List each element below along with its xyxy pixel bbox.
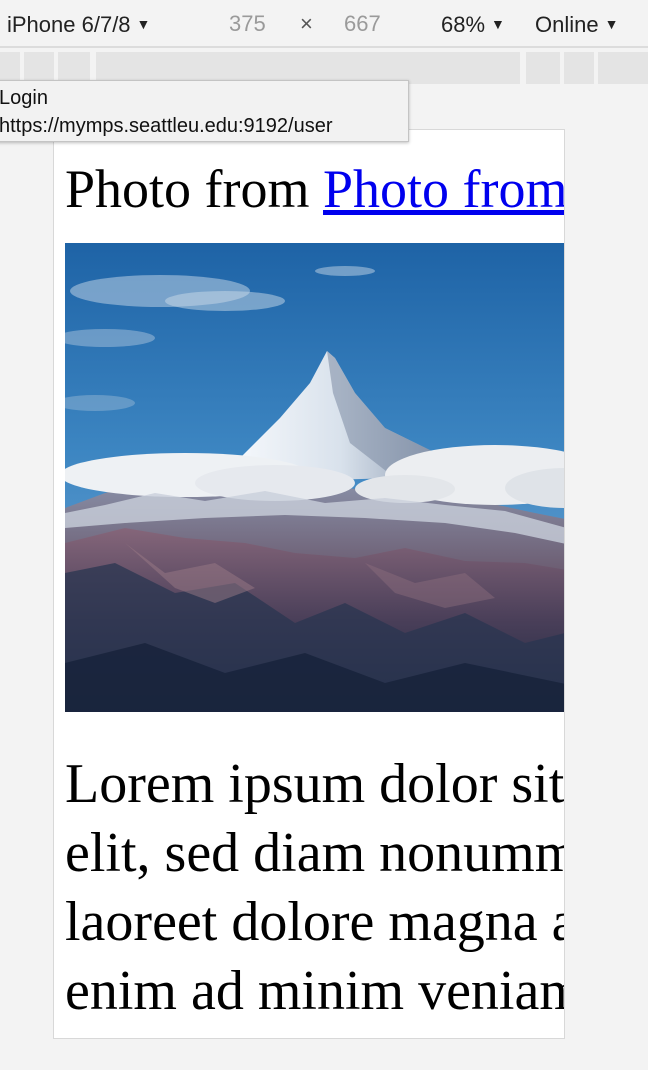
device-toolbar: iPhone 6/7/8 ▼ 375 × 667 68% ▼ Online ▼ (0, 0, 648, 48)
photo-credit-link[interactable]: Photo from (323, 159, 564, 219)
link-tooltip: Login https://mymps.seattleu.edu:9192/us… (0, 80, 409, 142)
lorem-paragraph: Lorem ipsum dolor sit amet, consectetuer… (65, 750, 565, 1026)
device-select-label: iPhone 6/7/8 (7, 12, 131, 37)
chevron-down-icon: ▼ (491, 16, 505, 32)
chevron-down-icon: ▼ (136, 16, 151, 32)
viewport-width-input[interactable]: 375 (229, 9, 266, 39)
media-query-segment[interactable] (564, 52, 594, 84)
viewport-height-input[interactable]: 667 (344, 9, 381, 39)
tooltip-title: Login (0, 87, 48, 109)
media-query-segment[interactable] (598, 52, 648, 84)
paragraph-line: elit, sed diam nonummy nibh euismod tinc… (65, 822, 564, 884)
zoom-select-label: 68% (441, 12, 486, 37)
chevron-down-icon: ▼ (604, 16, 619, 32)
tooltip-url: https://mymps.seattleu.edu:9192/user (0, 115, 333, 137)
zoom-select[interactable]: 68% ▼ (441, 9, 505, 39)
paragraph-line: laoreet dolore magna aliquam erat volutp… (65, 891, 564, 953)
page-heading: Photo from Photo from (65, 158, 564, 220)
device-viewport: Photo from Photo from Lorem ipsum dolor … (53, 129, 565, 1039)
dimension-separator: × (300, 11, 313, 36)
device-select[interactable]: iPhone 6/7/8 ▼ (7, 9, 150, 39)
media-query-segment[interactable] (526, 52, 560, 84)
network-throttle-select[interactable]: Online ▼ (535, 9, 618, 39)
mountain-photo (65, 243, 564, 712)
network-throttle-label: Online (535, 12, 599, 37)
paragraph-line: Lorem ipsum dolor sit amet, consectetuer… (65, 753, 565, 815)
heading-text: Photo from (65, 159, 324, 219)
paragraph-line: enim ad minim veniam, quis nostrud exerc… (65, 960, 564, 1022)
